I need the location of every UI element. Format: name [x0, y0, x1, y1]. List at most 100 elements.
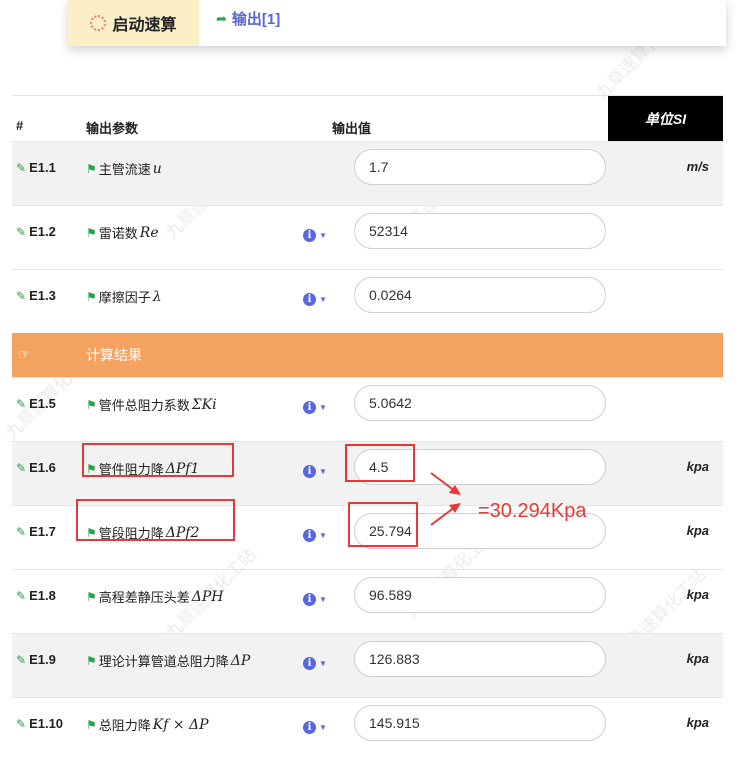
row-id-text: E1.2 — [29, 224, 56, 239]
table-row: ✎ E1.3 ⚑ 摩擦因子 λ i ▼ 0.0264 — [12, 269, 723, 333]
output-table: # 输出参数 输出值 单位SI ✎ E1.1 ⚑ 主管流速 u 1.7 m/s ✎ E1.2 ⚑ 雷… — [12, 95, 723, 761]
param-name-text: 理论计算管道总阻力降 — [98, 654, 229, 669]
param-name: ⚑ 雷诺数 Re — [86, 223, 159, 242]
table-row: ✎ E1.10 ⚑ 总阻力降 Kf × ΔP i ▼ 145.915 kpa — [12, 697, 723, 761]
param-name: ⚑ 摩擦因子 λ — [86, 287, 162, 306]
unit-label: kpa — [686, 651, 709, 666]
tab-output-label: 输出[1] — [231, 11, 281, 28]
info-dropdown[interactable]: i ▼ — [303, 293, 327, 306]
info-dropdown[interactable]: i ▼ — [303, 721, 327, 734]
table-row: ✎ E1.1 ⚑ 主管流速 u 1.7 m/s — [12, 141, 723, 205]
info-icon: i — [303, 529, 316, 542]
row-id-text: E1.7 — [29, 524, 56, 539]
param-symbol: ΣKi — [191, 396, 217, 413]
caret-down-icon: ▼ — [319, 403, 327, 412]
param-name: ⚑ 高程差静压头差 ΔPH — [86, 587, 224, 606]
row-id-text: E1.1 — [29, 160, 56, 175]
highlight-box-param-e16 — [82, 443, 234, 477]
output-value-field[interactable]: 96.589 — [354, 577, 606, 613]
header-param: 输出参数 — [86, 121, 139, 136]
row-id: ✎ E1.5 — [16, 396, 56, 411]
caret-down-icon: ▼ — [319, 231, 327, 240]
row-id-text: E1.5 — [29, 396, 56, 411]
output-value-field[interactable]: 126.883 — [354, 641, 606, 677]
info-icon: i — [303, 293, 316, 306]
export-icon: ➦ — [216, 10, 227, 26]
param-symbol: ΔPH — [191, 588, 224, 605]
edit-icon: ✎ — [16, 716, 27, 731]
row-id: ✎ E1.2 — [16, 224, 56, 239]
row-id: ✎ E1.9 — [16, 652, 56, 667]
output-value-field[interactable]: 1.7 — [354, 149, 606, 185]
info-dropdown[interactable]: i ▼ — [303, 401, 327, 414]
param-name-text: 管件总阻力系数 — [98, 398, 190, 413]
row-id-text: E1.8 — [29, 588, 56, 603]
param-name-text: 高程差静压头差 — [98, 590, 190, 605]
start-calc-button[interactable]: 启动速算 — [68, 0, 199, 46]
unit-label: kpa — [686, 715, 709, 730]
flag-icon: ⚑ — [86, 717, 97, 732]
unit-label: m/s — [686, 159, 709, 174]
info-dropdown[interactable]: i ▼ — [303, 593, 327, 606]
info-icon: i — [303, 657, 316, 670]
annotation-sum: =30.294Kpa — [478, 500, 587, 522]
info-dropdown[interactable]: i ▼ — [303, 657, 327, 670]
table-row: ✎ E1.9 ⚑ 理论计算管道总阻力降 ΔP i ▼ 126.883 kpa — [12, 633, 723, 697]
spinner-icon — [90, 15, 107, 31]
edit-icon: ✎ — [16, 588, 27, 603]
edit-icon: ✎ — [16, 652, 27, 667]
info-dropdown[interactable]: i ▼ — [303, 465, 327, 478]
param-name: ⚑ 总阻力降 Kf × ΔP — [86, 715, 209, 734]
section-header: ☞ 计算结果 — [12, 333, 723, 377]
edit-icon: ✎ — [16, 288, 27, 303]
flag-icon: ⚑ — [86, 161, 97, 176]
param-name-text: 摩擦因子 — [98, 290, 151, 305]
highlight-box-value-e17 — [348, 502, 418, 547]
hand-icon: ☞ — [18, 346, 31, 362]
flag-icon: ⚑ — [86, 653, 97, 668]
param-name: ⚑ 理论计算管道总阻力降 ΔP — [86, 651, 250, 670]
edit-icon: ✎ — [16, 460, 27, 475]
output-value-field[interactable]: 145.915 — [354, 705, 606, 741]
row-id: ✎ E1.8 — [16, 588, 56, 603]
edit-icon: ✎ — [16, 224, 27, 239]
table-header: # 输出参数 输出值 单位SI — [12, 95, 723, 141]
param-name-text: 总阻力降 — [98, 718, 151, 733]
param-symbol: Re — [139, 224, 159, 241]
caret-down-icon: ▼ — [319, 723, 327, 732]
info-icon: i — [303, 229, 316, 242]
table-row: ✎ E1.8 ⚑ 高程差静压头差 ΔPH i ▼ 96.589 kpa — [12, 569, 723, 633]
row-id: ✎ E1.7 — [16, 524, 56, 539]
info-dropdown[interactable]: i ▼ — [303, 229, 327, 242]
caret-down-icon: ▼ — [319, 531, 327, 540]
header-num: # — [16, 118, 24, 133]
row-id: ✎ E1.3 — [16, 288, 56, 303]
param-name: ⚑ 主管流速 u — [86, 159, 162, 178]
flag-icon: ⚑ — [86, 397, 97, 412]
info-icon: i — [303, 401, 316, 414]
info-icon: i — [303, 721, 316, 734]
highlight-box-value-e16 — [345, 444, 415, 482]
row-id: ✎ E1.1 — [16, 160, 56, 175]
unit-label: kpa — [686, 587, 709, 602]
info-dropdown[interactable]: i ▼ — [303, 529, 327, 542]
row-id-text: E1.3 — [29, 288, 56, 303]
caret-down-icon: ▼ — [319, 595, 327, 604]
output-value-field[interactable]: 0.0264 — [354, 277, 606, 313]
param-name-text: 雷诺数 — [98, 226, 138, 241]
unit-label: kpa — [686, 459, 709, 474]
table-row: ✎ E1.5 ⚑ 管件总阻力系数 ΣKi i ▼ 5.0642 — [12, 377, 723, 441]
output-value-field[interactable]: 52314 — [354, 213, 606, 249]
annotation-arrows — [430, 472, 461, 526]
row-id-text: E1.6 — [29, 460, 56, 475]
caret-down-icon: ▼ — [319, 659, 327, 668]
edit-icon: ✎ — [16, 160, 27, 175]
section-title: 计算结果 — [86, 347, 142, 363]
info-icon: i — [303, 465, 316, 478]
tab-output[interactable]: ➦ 输出[1] — [216, 8, 280, 29]
param-symbol: u — [152, 160, 162, 177]
row-id: ✎ E1.10 — [16, 716, 63, 731]
highlight-box-param-e17 — [76, 499, 235, 541]
output-value-field[interactable]: 5.0642 — [354, 385, 606, 421]
caret-down-icon: ▼ — [319, 467, 327, 476]
